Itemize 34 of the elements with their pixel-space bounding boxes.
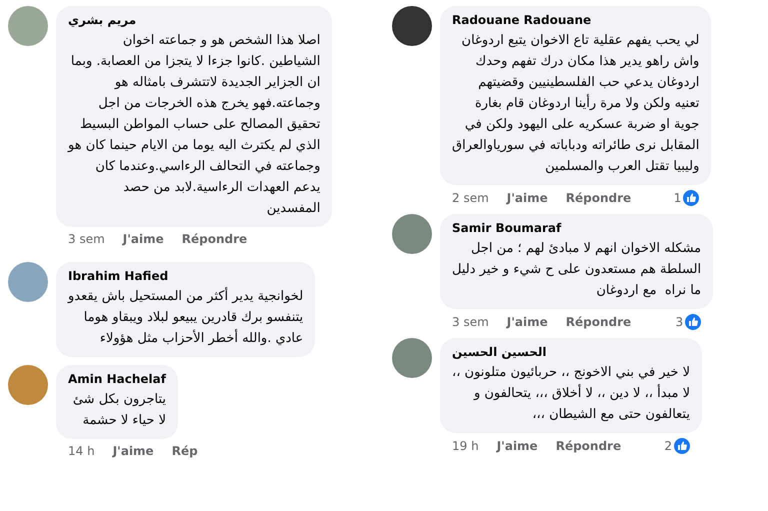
comment-text: يتاجرون بكل شئ لا حياء لا حشمة: [72, 391, 166, 430]
comment-text: اصلا هذا الشخص هو و جماعته اخوان الشياطين .كانوا جزءا لا يتجزا من العصابة. وبما ان الجزاير الجديدة لاتتشرف بامثاله هو وجماعته.فهو يخرج هذه الخرجات من اجل تحقيق المصالح على حساب المواطن البسيط الذي لم يكترث اليه يوما من الايام حينما كان هو وجماعته في التحالف الرءاسي.وعندما كان يدعم العهدات الرءاسية.لابد من حصد المفسدين: [68, 32, 320, 218]
comment-text: لي يحب يفهم عقلية تاع الاخوان يتبع اردوغان واش راهو يدير هذا مكان درك تفهم وحدك اردوغان يدعي حب الفلسطينيين وقضيتهم تعنيه ولكن ولا مرة رأينا اردوغان قام بغارة جوية او ضربة عسكريه على اليهود ولكن في المقابل نرى طائراته ودباباته في سورياوالعراق وليبيا تقتل العرب والمسلمين: [452, 32, 700, 176]
reaction-count: 1: [674, 191, 682, 205]
reply-link[interactable]: Répondre: [182, 232, 248, 246]
like-link[interactable]: J'aime: [496, 439, 538, 453]
comment-time[interactable]: 2 sem: [452, 191, 489, 205]
comment-text: مشكله الاخوان انهم لا مبادئ لهم ؛ من اجل السلطة هم مستعدون على ح شيء و خير دليل ما نراه مع اردوغان: [452, 240, 702, 300]
reaction-count: 3: [676, 315, 684, 329]
comment-time[interactable]: 14 h: [68, 444, 95, 458]
comment-author[interactable]: مريم بشري: [68, 13, 320, 27]
thumbs-up-icon: [683, 190, 700, 206]
like-link[interactable]: J'aime: [506, 315, 548, 329]
thumbs-up-icon: [674, 438, 690, 454]
reply-link[interactable]: Rép: [172, 444, 198, 458]
comment-text: لا خير في بني الاخونج ،، حربائيون متلونون ،، لا مبدأ ،، لا دين ،، لا أخلاق ،،، يتحالفون و يتعالفون حتى مع الشيطان ،،،: [452, 364, 690, 424]
comment-text: لخوانجية يدير أكثر من المستحيل باش يقعدو يتنفسو برك قادرين يبيعو لبلاد ويبقاو هوما عادي .والله أخطر الأحزاب مثل هؤولاء: [68, 286, 304, 348]
avatar[interactable]: [392, 6, 432, 46]
like-link[interactable]: J'aime: [506, 191, 548, 205]
comment-time[interactable]: 3 sem: [68, 232, 105, 246]
reply-link[interactable]: Répondre: [556, 439, 622, 453]
comment-author[interactable]: الحسين الحسين: [452, 345, 690, 359]
thumbs-up-icon: [685, 314, 702, 330]
reply-link[interactable]: Répondre: [566, 191, 632, 205]
comment-author[interactable]: Radouane Radouane: [452, 13, 700, 27]
like-link[interactable]: J'aime: [112, 444, 154, 458]
comment-time[interactable]: 3 sem: [452, 315, 489, 329]
comment-author[interactable]: Samir Boumaraf: [452, 221, 702, 235]
reaction-count: 2: [664, 439, 672, 453]
comment-author[interactable]: Amin Hachelaf: [68, 372, 166, 386]
comment-author[interactable]: Ibrahim Hafied: [68, 269, 304, 283]
reply-link[interactable]: Répondre: [566, 315, 632, 329]
like-link[interactable]: J'aime: [122, 232, 164, 246]
comment-time[interactable]: 19 h: [452, 439, 479, 453]
